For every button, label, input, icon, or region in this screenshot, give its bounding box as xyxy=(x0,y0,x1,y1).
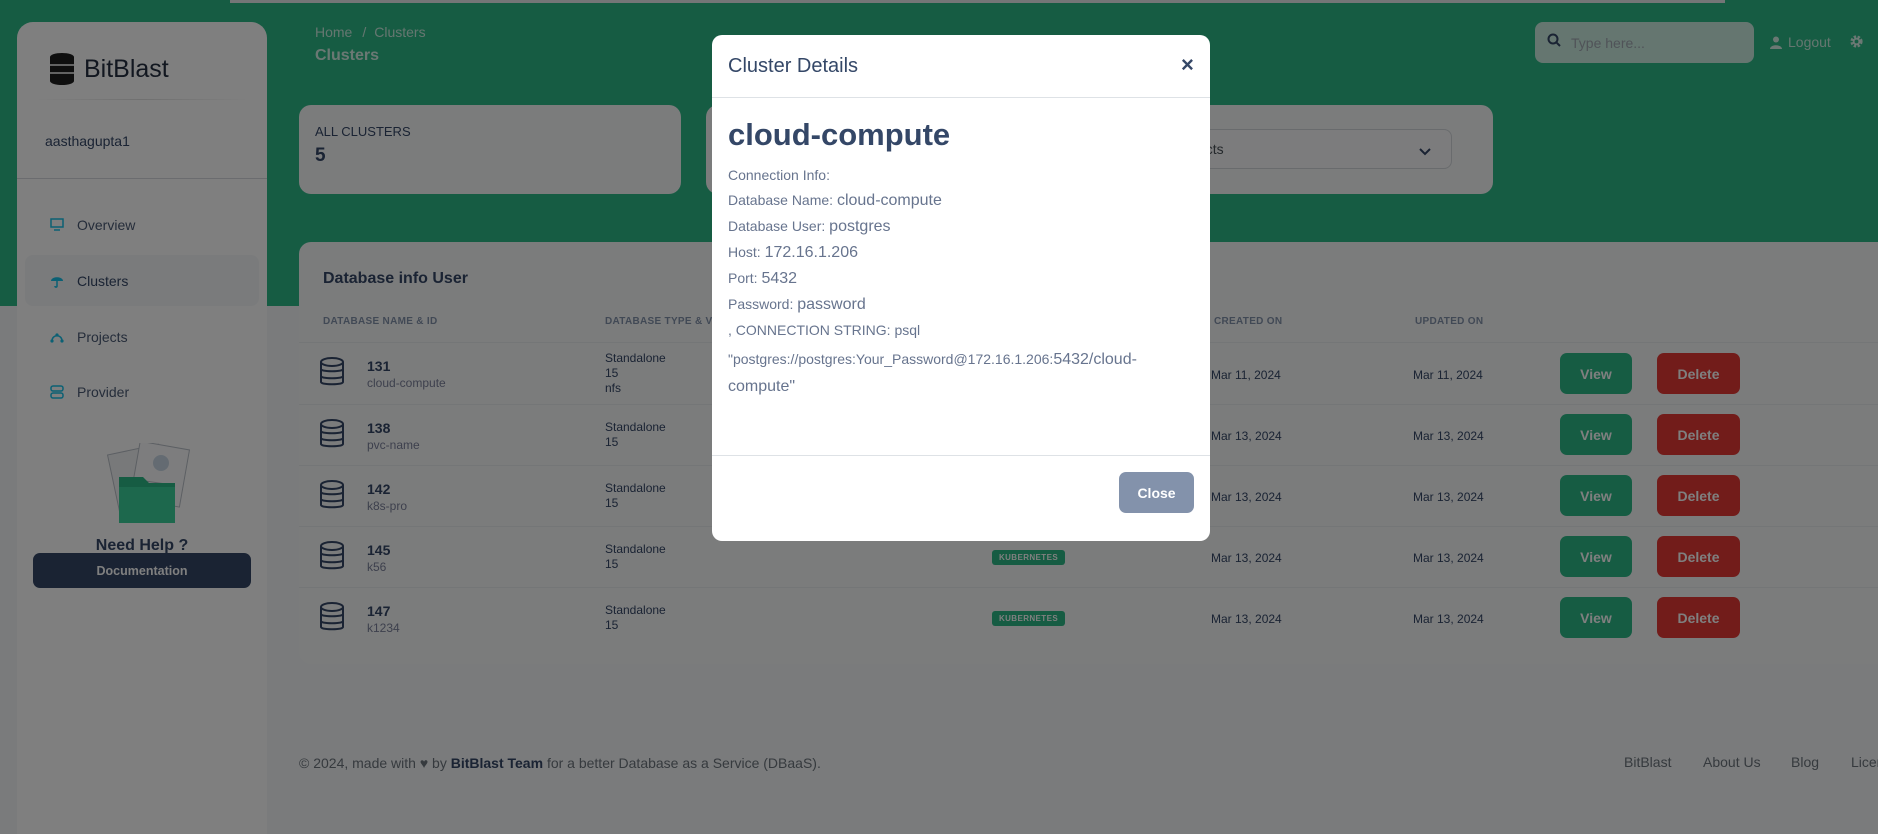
connection-string-row: , CONNECTION STRING: psql xyxy=(728,322,920,338)
db-name-value: cloud-compute xyxy=(836,192,942,209)
cluster-details-modal: Cluster Details × cloud-compute Connecti… xyxy=(712,35,1210,541)
db-name-row: Database Name: cloud-compute xyxy=(728,192,942,210)
password-label: Password: xyxy=(728,296,794,312)
host-row: Host: 172.16.1.206 xyxy=(728,244,858,262)
port-label: Port: xyxy=(728,270,758,286)
connection-string-label: , CONNECTION STRING: xyxy=(728,322,891,338)
modal-title: Cluster Details xyxy=(728,55,859,77)
host-label: Host: xyxy=(728,244,761,260)
connection-info-label: Connection Info: xyxy=(728,167,830,183)
close-button[interactable]: Close xyxy=(1119,472,1194,513)
db-name-label: Database Name: xyxy=(728,192,834,208)
modal-header-divider xyxy=(712,97,1210,98)
connection-string-value: "postgres://postgres:Your_Password@172.1… xyxy=(728,346,1178,400)
connection-string-cmd: psql xyxy=(894,322,921,338)
db-user-row: Database User: postgres xyxy=(728,218,891,236)
port-value: 5432 xyxy=(761,270,798,287)
db-user-label: Database User: xyxy=(728,218,826,234)
password-value: password xyxy=(797,296,866,313)
password-row: Password: password xyxy=(728,296,866,314)
host-value: 172.16.1.206 xyxy=(764,244,858,261)
port-row: Port: 5432 xyxy=(728,270,797,288)
cluster-name: cloud-compute xyxy=(728,117,951,152)
modal-footer-divider xyxy=(712,455,1210,456)
connection-string-prefix: "postgres://postgres:Your_Password@172.1… xyxy=(728,351,1054,367)
close-icon[interactable]: × xyxy=(1181,52,1194,78)
db-user-value: postgres xyxy=(829,218,891,235)
